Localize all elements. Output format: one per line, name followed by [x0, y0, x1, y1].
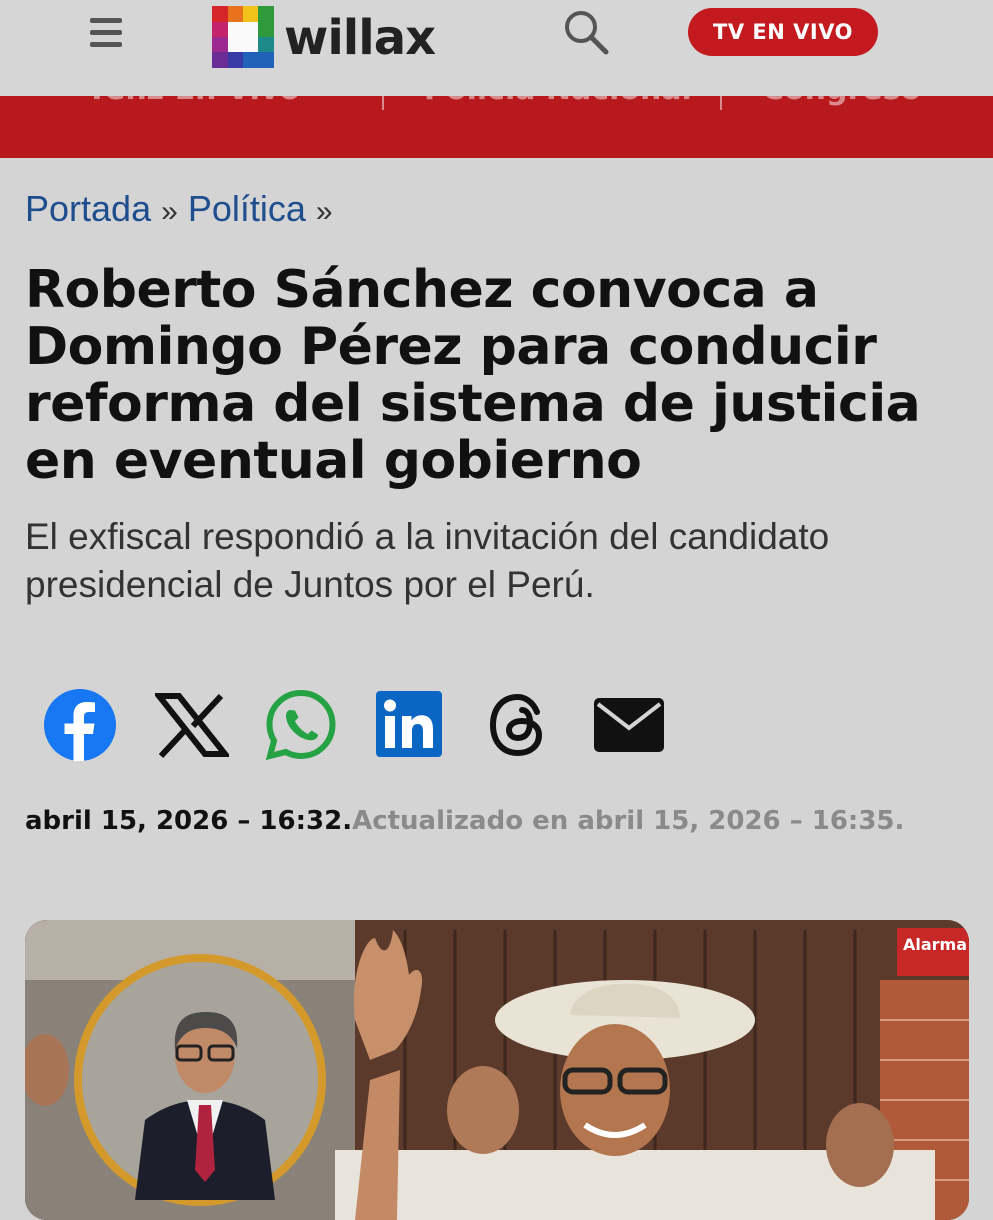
article-dateline: abril 15, 2026 – 16:32.Actualizado en ab… — [25, 806, 975, 836]
tv-en-vivo-button[interactable]: TV EN VIVO — [688, 8, 878, 56]
x-icon — [152, 693, 232, 759]
section-nav: Yenz En Vivo Policía Nacional Congreso — [0, 96, 993, 158]
site-header: willax TV EN VIVO — [0, 0, 993, 96]
share-linkedin-button[interactable] — [374, 688, 448, 762]
share-x-button[interactable] — [152, 688, 232, 762]
nav-divider — [382, 96, 384, 110]
willax-logo-mark — [212, 6, 274, 68]
share-threads-button[interactable] — [482, 688, 556, 762]
nav-item-congreso[interactable]: Congreso — [762, 96, 921, 107]
share-email-button[interactable] — [592, 688, 666, 762]
facebook-icon — [44, 689, 116, 761]
nav-item-yenz[interactable]: Yenz En Vivo — [86, 96, 300, 107]
menu-icon — [90, 18, 122, 23]
breadcrumb-separator: » — [161, 195, 178, 228]
site-logo[interactable]: willax — [212, 6, 472, 68]
threads-icon — [489, 693, 543, 757]
breadcrumb-section[interactable]: Política — [188, 188, 306, 229]
breadcrumb-separator: » — [315, 195, 333, 228]
share-facebook-button[interactable] — [43, 688, 117, 762]
breadcrumb: Portada » Política » — [25, 188, 333, 230]
published-date: abril 15, 2026 – 16:32. — [25, 806, 353, 836]
linkedin-icon — [376, 691, 442, 757]
whatsapp-icon — [265, 689, 336, 761]
article-subtitle: El exfiscal respondió a la invitación de… — [25, 516, 830, 605]
brand-name: willax — [284, 10, 436, 66]
share-whatsapp-button[interactable] — [264, 688, 338, 762]
menu-button[interactable] — [88, 18, 124, 48]
search-icon — [565, 11, 609, 55]
search-button[interactable] — [560, 6, 612, 58]
updated-date: Actualizado en abril 15, 2026 – 16:35. — [352, 806, 905, 836]
article-hero-image: Alarma — [25, 920, 969, 1220]
email-icon — [594, 698, 664, 752]
article-title: Roberto Sánchez convoca a Domingo Pérez … — [25, 260, 921, 491]
alarm-sign-text: Alarma — [903, 935, 967, 954]
nav-item-policia[interactable]: Policía Nacional — [424, 96, 692, 107]
breadcrumb-home[interactable]: Portada — [25, 188, 151, 229]
nav-divider — [720, 96, 722, 110]
hero-photo-illustration: Alarma — [25, 920, 969, 1220]
